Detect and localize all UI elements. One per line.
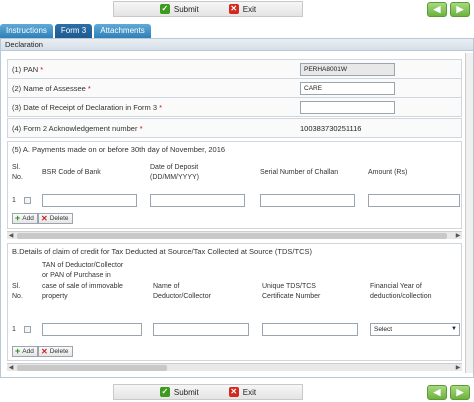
top-action-bar: ✓ Submit ✕ Exit [113,1,303,17]
check-icon: ✓ [159,4,170,14]
receipt-date-label: (3) Date of Receipt of Declaration in Fo… [12,103,158,112]
delete-icon: ✕ [41,347,48,356]
exit-label: Exit [242,387,257,397]
bottom-action-bar: ✓ Submit ✕ Exit [113,384,303,400]
arrow-left-icon: ◀ [433,387,441,397]
delete-button[interactable]: ✕ Delete [38,213,73,224]
col-fy-2: deduction/collection [370,293,432,300]
assessee-field[interactable] [300,82,395,95]
next-button[interactable]: ▶ [450,2,470,17]
row-checkbox[interactable] [24,326,31,333]
section-a-scrollbar[interactable]: ◀ ▶ [7,231,462,239]
required-marker: * [87,84,91,93]
col-name-1: Name of [153,283,180,290]
scroll-left-icon[interactable]: ◀ [7,364,15,372]
col-name-2: Deductor/Collector [153,293,211,300]
col-bsr: BSR Code of Bank [42,169,101,176]
add-button[interactable]: + Add [12,346,38,357]
scroll-left-icon[interactable]: ◀ [7,232,15,240]
tab-attachments[interactable]: Attachments [94,24,151,38]
assessee-row: (2) Name of Assessee * [7,78,462,98]
close-icon: ✕ [228,4,239,14]
prev-button[interactable]: ◀ [427,2,447,17]
next-button[interactable]: ▶ [450,385,470,400]
col-tan-1: TAN of Deductor/Collector [42,262,124,269]
exit-button[interactable]: ✕ Exit [228,4,257,14]
deductor-name-input[interactable] [153,323,249,336]
arrow-left-icon: ◀ [433,4,441,14]
row-number: 1 [12,197,16,204]
pan-row: (1) PAN * [7,59,462,79]
col-cert-2: Certificate Number [262,293,321,300]
close-icon: ✕ [228,387,239,397]
section-b: B.Details of claim of credit for Tax Ded… [7,243,462,361]
add-button[interactable]: + Add [12,213,38,224]
submit-label: Submit [173,4,199,14]
scroll-right-icon[interactable]: ▶ [454,232,462,240]
submit-label: Submit [173,387,199,397]
tab-bar: Instructions Form 3 Attachments [0,24,151,38]
col-sl: Sl. [12,283,21,290]
section-b-title: B.Details of claim of credit for Tax Ded… [12,247,312,256]
col-cert-1: Unique TDS/TCS [262,283,316,290]
tab-form3[interactable]: Form 3 [54,24,93,38]
exit-button[interactable]: ✕ Exit [228,387,257,397]
row-checkbox[interactable] [24,197,31,204]
scroll-right-icon[interactable]: ▶ [454,364,462,372]
required-marker: * [139,124,143,133]
col-no: No. [12,174,23,181]
required-marker: * [159,103,163,112]
certificate-number-input[interactable] [262,323,358,336]
row-number: 1 [12,326,16,333]
ack-value: 100383730251116 [300,124,362,133]
col-serial: Serial Number of Challan [260,169,339,176]
submit-button[interactable]: ✓ Submit [159,4,199,14]
section-a: (5) A. Payments made on or before 30th d… [7,141,462,229]
plus-icon: + [15,346,21,356]
section-a-title: (5) A. Payments made on or before 30th d… [12,145,226,154]
chevron-down-icon: ▼ [451,326,457,332]
col-tan-4: property [42,293,68,300]
receipt-date-row: (3) Date of Receipt of Declaration in Fo… [7,97,462,117]
arrow-right-icon: ▶ [456,4,464,14]
financial-year-select[interactable]: Select ▼ [370,323,460,336]
declaration-panel: Declaration (1) PAN * (2) Name of Assess… [0,38,474,378]
tan-input[interactable] [42,323,142,336]
col-tan-3: case of sale of immovable [42,283,123,290]
col-no: No. [12,293,23,300]
col-fy-1: Financial Year of [370,283,422,290]
pan-field[interactable] [300,63,395,76]
amount-input[interactable] [368,194,460,207]
section-b-scrollbar[interactable]: ◀ ▶ [7,363,462,371]
assessee-label: (2) Name of Assessee [12,84,86,93]
col-amount: Amount (Rs) [368,169,408,176]
ack-label: (4) Form 2 Acknowledgement number [12,124,138,133]
pan-label: (1) PAN [12,65,39,74]
check-icon: ✓ [159,387,170,397]
vertical-scrollbar[interactable] [465,53,473,373]
col-date-2: (DD/MM/YYYY) [150,174,199,181]
tab-instructions[interactable]: Instructions [0,24,53,38]
col-sl: Sl. [12,164,21,171]
prev-button[interactable]: ◀ [427,385,447,400]
scroll-thumb[interactable] [17,365,167,371]
submit-button[interactable]: ✓ Submit [159,387,199,397]
required-marker: * [40,65,44,74]
plus-icon: + [15,213,21,223]
arrow-right-icon: ▶ [456,387,464,397]
delete-icon: ✕ [41,214,48,223]
ack-row: (4) Form 2 Acknowledgement number * 1003… [7,118,462,138]
col-date-1: Date of Deposit [150,164,199,171]
delete-button[interactable]: ✕ Delete [38,346,73,357]
bsr-input[interactable] [42,194,137,207]
receipt-date-field[interactable] [300,101,395,114]
challan-serial-input[interactable] [260,194,355,207]
exit-label: Exit [242,4,257,14]
scroll-thumb[interactable] [17,233,447,239]
panel-title: Declaration [1,39,473,51]
col-tan-2: or PAN of Purchase in [42,272,111,279]
deposit-date-input[interactable] [150,194,245,207]
